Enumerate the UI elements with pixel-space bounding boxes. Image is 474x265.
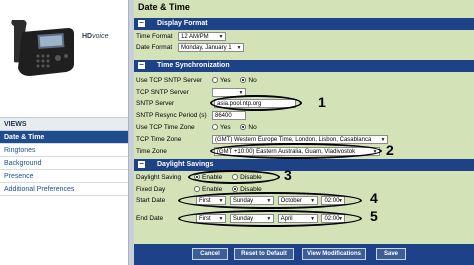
annotation-number-2: 2: [386, 142, 394, 158]
row-date-format: Date Format Monday, January 1 ▼: [134, 43, 474, 54]
start-time-select[interactable]: 02:00 ▼: [321, 196, 346, 205]
end-week-select[interactable]: First ▼: [196, 214, 226, 223]
nav-item-presence[interactable]: Presence: [0, 170, 128, 183]
daylight-saving-label: Daylight Saving: [136, 174, 182, 181]
radio-yes[interactable]: [212, 77, 218, 84]
start-month-select[interactable]: October ▼: [277, 196, 318, 205]
row-time-zone: Time Zone (GMT +10:00) Eastern Australia…: [134, 147, 474, 158]
radio-disable[interactable]: [232, 186, 239, 193]
row-daylight-saving: Daylight Saving Enable Disable: [136, 174, 262, 181]
nav-item-background[interactable]: Background: [0, 157, 128, 170]
chevron-down-icon: ▼: [310, 198, 316, 204]
section-display-format[interactable]: − Display Format: [134, 18, 474, 30]
settings-panel: Date & Time − Display Format Time Format …: [134, 0, 474, 265]
chevron-down-icon: ▼: [218, 216, 224, 222]
time-format-select[interactable]: 12 AM/PM ▼: [178, 32, 226, 41]
chevron-down-icon: ▼: [218, 34, 224, 40]
nav-item-date-time[interactable]: Date & Time: [0, 131, 128, 144]
nav-item-ringtones[interactable]: Ringtones: [0, 144, 128, 157]
end-day-select[interactable]: Sunday ▼: [229, 214, 274, 223]
time-format-label: Time Format: [136, 33, 173, 40]
chevron-down-icon: ▼: [236, 45, 242, 51]
resync-period-label: SNTP Resync Period (s): [136, 112, 207, 119]
section-daylight-savings[interactable]: − Daylight Savings: [134, 159, 474, 171]
end-time-select[interactable]: 02:00 ▼: [321, 214, 346, 223]
sntp-server-field[interactable]: asia.pool.ntp.org: [214, 99, 296, 108]
views-heading: VIEWS: [0, 117, 128, 131]
end-month-select[interactable]: April ▼: [277, 214, 318, 223]
row-sntp-server: SNTP Server asia.pool.ntp.org: [134, 99, 474, 110]
row-time-format: Time Format 12 AM/PM ▼: [134, 32, 474, 43]
row-start-date: Start Date First ▼ Sunday ▼ October ▼ 02:00…: [134, 196, 474, 207]
section-time-sync[interactable]: − Time Synchronization: [134, 60, 474, 72]
page-title: Date & Time: [134, 0, 474, 14]
nav-item-additional-preferences[interactable]: Additional Preferences: [0, 183, 128, 196]
left-panel: HDvoice VIEWS Date & Time Ringtones Back…: [0, 0, 128, 265]
date-format-select[interactable]: Monday, January 1 ▼: [178, 43, 244, 52]
use-tcp-time-zone-label: Use TCP Time Zone: [136, 124, 195, 131]
chevron-down-icon: ▼: [337, 216, 343, 222]
view-modifications-button[interactable]: View Modifications: [302, 248, 366, 260]
radio-yes[interactable]: [212, 124, 218, 131]
chevron-down-icon: ▼: [266, 198, 272, 204]
sntp-server-label: SNTP Server: [136, 100, 175, 107]
tcp-sntp-server-label: TCP SNTP Server: [136, 89, 189, 96]
time-zone-label: Time Zone: [136, 148, 167, 155]
radio-enable[interactable]: [194, 174, 200, 181]
tcp-time-zone-label: TCP Time Zone: [136, 136, 182, 143]
row-fixed-day: Fixed Day Enable Disable: [136, 186, 262, 193]
use-tcp-sntp-label: Use TCP SNTP Server: [136, 77, 203, 84]
annotation-number-1: 1: [318, 94, 326, 110]
cancel-button[interactable]: Cancel: [192, 248, 228, 260]
row-end-date: End Date First ▼ Sunday ▼ April ▼ 02:00 ▼: [134, 214, 474, 225]
radio-no[interactable]: [240, 124, 247, 131]
views-nav: Date & Time Ringtones Background Presenc…: [0, 131, 128, 196]
chevron-down-icon: ▼: [337, 198, 343, 204]
action-bar: Cancel Reset to Default View Modificatio…: [134, 244, 474, 265]
start-day-select[interactable]: Sunday ▼: [229, 196, 274, 205]
phone-banner: HDvoice: [0, 0, 128, 114]
date-format-label: Date Format: [136, 44, 173, 51]
radio-no[interactable]: [240, 77, 247, 84]
hd-voice-logo: HDvoice: [82, 33, 109, 40]
reset-to-default-button[interactable]: Reset to Default: [234, 248, 294, 260]
row-tcp-time-zone: TCP Time Zone (GMT) Western Europe Time,…: [134, 135, 474, 146]
annotation-number-5: 5: [370, 208, 378, 224]
fixed-day-label: Fixed Day: [136, 186, 166, 193]
radio-enable[interactable]: [194, 186, 200, 193]
chevron-down-icon: ▼: [310, 216, 316, 222]
chevron-down-icon: ▼: [266, 216, 272, 222]
collapse-icon[interactable]: −: [138, 60, 145, 69]
start-week-select[interactable]: First ▼: [196, 196, 226, 205]
save-button[interactable]: Save: [376, 248, 406, 260]
tcp-sntp-server-select[interactable]: ▼: [212, 88, 246, 97]
row-use-tcp-sntp: Use TCP SNTP Server Yes No: [136, 77, 257, 84]
collapse-icon[interactable]: −: [138, 159, 145, 168]
desk-phone-image: [11, 20, 74, 76]
row-resync-period: SNTP Resync Period (s) 86400: [134, 111, 474, 122]
start-date-label: Start Date: [136, 197, 166, 204]
row-tcp-sntp-server: TCP SNTP Server ▼: [134, 88, 474, 99]
collapse-icon[interactable]: −: [138, 18, 145, 27]
chevron-down-icon: ▼: [218, 198, 224, 204]
annotation-number-4: 4: [370, 190, 378, 206]
annotation-number-3: 3: [284, 167, 292, 183]
time-zone-select[interactable]: (GMT +10:00) Eastern Australia, Guam, Vl…: [214, 147, 380, 156]
tcp-time-zone-select[interactable]: (GMT) Western Europe Time, London, Lisbo…: [212, 135, 388, 144]
resync-period-field[interactable]: 86400: [212, 111, 246, 120]
row-use-tcp-time-zone: Use TCP Time Zone Yes No: [136, 124, 257, 131]
radio-disable[interactable]: [232, 174, 239, 181]
chevron-down-icon: ▼: [372, 149, 378, 155]
chevron-down-icon: ▼: [238, 90, 244, 96]
end-date-label: End Date: [136, 215, 164, 222]
